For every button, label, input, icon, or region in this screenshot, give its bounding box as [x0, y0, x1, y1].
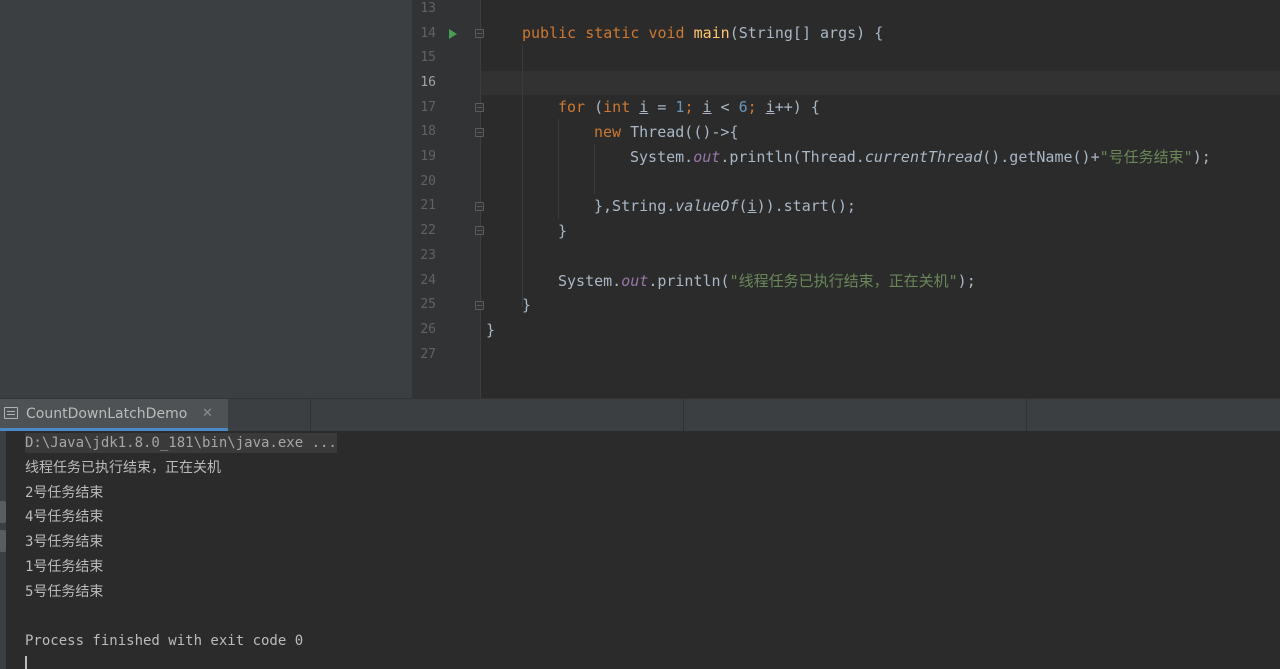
close-icon[interactable]: ✕ — [202, 406, 213, 421]
tab-divider — [683, 399, 684, 431]
string-literal: "线程任务已执行结束，正在关机" — [729, 272, 958, 290]
code-text: .println( — [648, 272, 730, 290]
keyword: int — [603, 98, 631, 116]
static-field: out — [693, 148, 721, 166]
code-text: < — [711, 98, 739, 116]
line-number: 13 — [420, 1, 436, 16]
variable: i — [747, 197, 757, 215]
fold-end-icon[interactable] — [475, 226, 484, 235]
line-number-active: 16 — [420, 75, 436, 90]
console-output-line: 5号任务结束 — [25, 584, 104, 600]
line-number: 14 — [420, 26, 436, 41]
variable: i — [702, 98, 712, 116]
console-output-line: 线程任务已执行结束，正在关机 — [25, 460, 221, 476]
console-toolbar-button[interactable] — [0, 501, 6, 523]
line-number: 20 — [420, 174, 436, 189]
console-output-line: 1号任务结束 — [25, 559, 104, 575]
line-number: 18 — [420, 124, 436, 139]
code-line-26: } — [486, 320, 495, 340]
code-line-18: new Thread(()->{ — [594, 122, 739, 142]
console-command-line: D:\Java\jdk1.8.0_181\bin\java.exe ... — [25, 433, 337, 453]
current-line-highlight — [481, 71, 1280, 95]
console-exit-message: Process finished with exit code 0 — [25, 633, 304, 649]
code-text: ++) { — [774, 98, 820, 116]
keyword: new — [594, 123, 622, 141]
string-literal: "号任务结束" — [1099, 148, 1193, 166]
console-output-line: 3号任务结束 — [25, 534, 104, 550]
line-number: 21 — [420, 198, 436, 213]
line-number: 17 — [420, 100, 436, 115]
code-line-25: } — [522, 295, 531, 315]
keyword: static — [585, 24, 640, 42]
fold-collapse-icon[interactable] — [475, 128, 484, 137]
line-number: 25 — [420, 297, 436, 312]
console-toolbar — [0, 431, 6, 669]
tab-countdownlatchdemo[interactable]: CountDownLatchDemo ✕ — [0, 399, 228, 431]
console-output-line: 4号任务结束 — [25, 509, 104, 525]
ide-window: 13 14 15 16 17 18 19 20 21 22 23 24 25 2… — [0, 0, 1280, 669]
code-text: )).start(); — [756, 197, 856, 215]
keyword: public — [522, 24, 577, 42]
keyword: void — [648, 24, 685, 42]
tab-label: CountDownLatchDemo — [26, 406, 188, 422]
fold-collapse-icon[interactable] — [475, 29, 484, 38]
tab-divider — [1026, 399, 1027, 431]
code-line-14: public static void main(String[] args) { — [522, 23, 883, 43]
line-number: 19 — [420, 149, 436, 164]
run-main-icon[interactable] — [449, 29, 457, 39]
code-text: .println(Thread. — [720, 148, 865, 166]
static-method: valueOf — [675, 197, 739, 215]
code-text: System. — [630, 148, 694, 166]
static-field: out — [621, 272, 649, 290]
run-tool-window-tabs: CountDownLatchDemo ✕ — [0, 398, 1280, 431]
line-number: 27 — [420, 347, 436, 362]
code-text: ); — [957, 272, 976, 290]
code-text: ; — [684, 98, 703, 116]
code-line-17: for (int i = 1; i < 6; i++) { — [558, 97, 820, 117]
fold-end-icon[interactable] — [475, 202, 484, 211]
code-text: },String. — [594, 197, 676, 215]
line-number: 23 — [420, 248, 436, 263]
variable: i — [639, 98, 649, 116]
line-number: 26 — [420, 322, 436, 337]
fold-end-icon[interactable] — [475, 301, 484, 310]
static-method: currentThread — [864, 148, 983, 166]
code-text: ; — [747, 98, 766, 116]
code-text: System. — [558, 272, 622, 290]
indent-guide — [522, 45, 523, 307]
console-output-line: 2号任务结束 — [25, 485, 104, 501]
line-number: 22 — [420, 223, 436, 238]
project-panel — [0, 0, 412, 398]
console-toolbar-button[interactable] — [0, 530, 6, 552]
method-name: main — [693, 24, 730, 42]
indent-guide — [558, 119, 559, 219]
code-line-19: System.out.println(Thread.currentThread(… — [630, 147, 1211, 167]
variable: i — [765, 98, 775, 116]
code-text: (String[] args) { — [729, 24, 884, 42]
code-text: } — [486, 321, 496, 339]
line-number: 15 — [420, 50, 436, 65]
code-text: = — [648, 98, 676, 116]
number-literal: 6 — [738, 98, 748, 116]
code-text: ( — [585, 98, 604, 116]
code-text: ( — [738, 197, 748, 215]
fold-collapse-icon[interactable] — [475, 103, 484, 112]
code-line-22: } — [558, 221, 567, 241]
console-icon — [4, 407, 18, 419]
console-caret — [25, 656, 27, 669]
line-number: 24 — [420, 273, 436, 288]
keyword: for — [558, 98, 586, 116]
code-text: ); — [1192, 148, 1211, 166]
code-text: } — [522, 296, 532, 314]
code-text: Thread(()->{ — [621, 123, 739, 141]
code-text: ().getName()+ — [982, 148, 1100, 166]
tab-divider — [310, 399, 311, 431]
indent-guide — [594, 144, 595, 194]
code-line-21: },String.valueOf(i)).start(); — [594, 196, 856, 216]
code-line-24: System.out.println("线程任务已执行结束，正在关机"); — [558, 271, 976, 291]
code-text: } — [558, 222, 568, 240]
